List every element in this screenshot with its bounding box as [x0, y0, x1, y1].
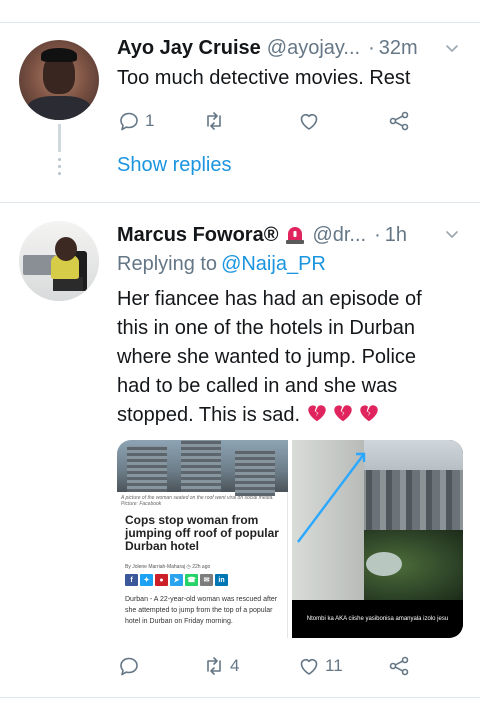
tweet-text-line: this in one of the hotels in Durban — [117, 317, 415, 339]
display-name[interactable]: Ayo Jay Cruise — [117, 37, 261, 60]
tweet-text-line: where she wanted to jump. Police — [117, 346, 417, 368]
facebook-icon: f — [125, 574, 138, 586]
tweet-actions: 4 11 — [117, 652, 417, 680]
siren-emoji-icon — [286, 227, 305, 244]
reply-button[interactable]: 1 — [117, 107, 154, 135]
timestamp[interactable]: 1h — [385, 224, 407, 247]
tweet-text: Too much detective movies. Rest — [117, 67, 411, 89]
media-image-rooftop[interactable]: Ntombi ka AKA ciishe yasibonisa amanyala… — [292, 440, 463, 638]
linkedin-icon: in — [215, 574, 228, 586]
media-grid: A picture of the woman seated on the roo… — [117, 440, 463, 638]
like-button[interactable]: 11 — [297, 652, 343, 680]
caret-down-icon[interactable] — [445, 228, 459, 242]
tweet-header: Ayo Jay Cruise @ayojay... · 32m — [117, 34, 418, 62]
thread-dots — [58, 158, 61, 179]
article-author: By Jolene Marriah-Maharaj — [125, 564, 186, 570]
separator: · — [368, 36, 375, 59]
tweet-text-line: stopped. This is sad. — [117, 404, 301, 426]
tweet-text-line: had to be called in and she was — [117, 375, 398, 397]
replying-prefix: Replying to — [117, 253, 218, 275]
bottom-divider — [0, 697, 480, 698]
telegram-icon: ➤ — [170, 574, 183, 586]
retweet-count: 4 — [230, 656, 240, 675]
avatar[interactable] — [19, 221, 99, 301]
tweet-header: Marcus Fowora® @dr... · 1h — [117, 221, 407, 249]
reply-button[interactable] — [117, 652, 145, 680]
share-icon — [389, 111, 409, 131]
pinterest-icon: ● — [155, 574, 168, 586]
like-count: 11 — [325, 656, 343, 675]
reply-icon — [120, 657, 138, 676]
media-image-article[interactable]: A picture of the woman seated on the roo… — [117, 440, 288, 638]
retweet-icon — [207, 112, 221, 130]
like-button[interactable] — [297, 107, 325, 135]
tweet-text-line: Her fiancee has had an episode of — [117, 288, 422, 310]
email-icon: ✉ — [200, 574, 213, 586]
user-handle[interactable]: @dr... — [312, 224, 366, 247]
broken-hearts — [306, 402, 380, 424]
avatar[interactable] — [19, 40, 99, 120]
arrow-annotation-icon — [297, 452, 366, 543]
tweet-divider — [0, 202, 480, 203]
share-button[interactable] — [387, 107, 411, 135]
twitter-icon: ✦ — [140, 574, 153, 586]
article-share-row: f ✦ ● ➤ ☎ ✉ in — [125, 574, 228, 586]
tweet-text-line-last: stopped. This is sad. — [117, 401, 467, 430]
top-divider — [0, 22, 480, 23]
retweet-button[interactable] — [202, 107, 230, 135]
broken-heart-icon — [307, 405, 326, 422]
reply-count: 1 — [145, 111, 155, 130]
broken-heart-icon — [333, 405, 352, 422]
retweet-icon — [207, 657, 221, 675]
article-byline: By Jolene Marriah-Maharaj ◷ 22h ago — [125, 564, 210, 570]
article-body: Durban - A 22-year-old woman was rescued… — [125, 596, 278, 625]
like-icon — [300, 659, 318, 675]
image-caption: Ntombi ka AKA ciishe yasibonisa amanyala… — [292, 600, 463, 638]
article-headline: Cops stop woman from jumping off roof of… — [125, 513, 279, 553]
tweet-actions: 1 — [117, 107, 417, 135]
tweet-text: Her fiancee has had an episode of this i… — [117, 285, 467, 430]
like-icon — [300, 114, 318, 130]
broken-heart-icon — [359, 405, 378, 422]
article-age: 22h ago — [192, 564, 211, 570]
show-replies-link[interactable]: Show replies — [117, 154, 232, 177]
article-caption: A picture of the woman seated on the roo… — [121, 495, 274, 507]
share-button[interactable] — [387, 652, 411, 680]
separator: · — [374, 223, 381, 246]
replying-to-handle[interactable]: @Naija_PR — [221, 253, 326, 275]
replying-to: Replying to @Naija_PR — [117, 253, 326, 276]
share-icon — [389, 656, 409, 676]
display-name[interactable]: Marcus Fowora® — [117, 224, 278, 247]
caret-down-icon[interactable] — [445, 42, 459, 56]
retweet-button[interactable]: 4 — [202, 652, 239, 680]
clock-icon: ◷ — [186, 564, 191, 570]
thread-line — [58, 124, 61, 152]
article-photo — [117, 440, 288, 496]
user-handle[interactable]: @ayojay... — [267, 37, 360, 60]
timestamp[interactable]: 32m — [379, 37, 418, 60]
whatsapp-icon: ☎ — [185, 574, 198, 586]
reply-icon — [120, 112, 138, 131]
